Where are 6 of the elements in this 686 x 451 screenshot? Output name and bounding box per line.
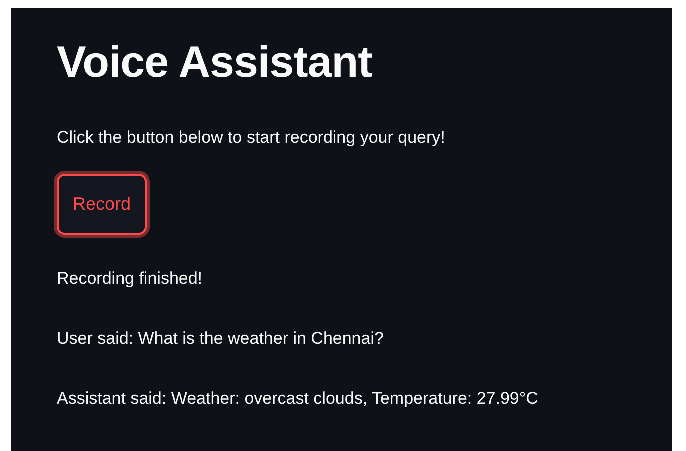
instruction-text: Click the button below to start recording your query! [57, 128, 446, 148]
record-button[interactable]: Record [57, 174, 148, 235]
status-message: Recording finished! [57, 269, 203, 289]
status-message: User said: What is the weather in Chennai? [57, 329, 384, 349]
status-message: Assistant said: Weather: overcast clouds, Temperature: 27.99°C [57, 389, 538, 409]
page-title: Voice Assistant [57, 38, 372, 88]
